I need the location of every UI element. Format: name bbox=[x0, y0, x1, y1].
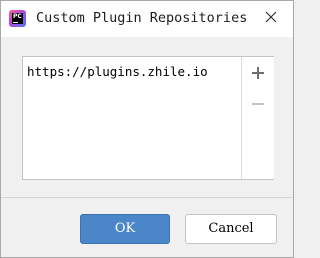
list-item[interactable]: https://plugins.zhile.io bbox=[27, 64, 208, 79]
title-bar[interactable]: PC Custom Plugin Repositories bbox=[1, 1, 293, 37]
repositories-panel: https://plugins.zhile.io bbox=[22, 56, 274, 180]
add-repository-button[interactable] bbox=[249, 64, 267, 82]
app-icon-text: PC bbox=[13, 13, 22, 20]
pycharm-icon: PC bbox=[9, 10, 26, 27]
custom-plugin-repositories-dialog: PC Custom Plugin Repositories https://pl… bbox=[0, 0, 294, 258]
close-icon bbox=[265, 11, 277, 23]
window-title: Custom Plugin Repositories bbox=[36, 10, 248, 26]
close-button[interactable] bbox=[257, 5, 285, 29]
repositories-list[interactable]: https://plugins.zhile.io bbox=[23, 57, 241, 179]
app-icon-badge: PC bbox=[12, 13, 23, 24]
list-toolbar bbox=[241, 57, 274, 179]
minus-icon bbox=[252, 103, 264, 105]
app-icon-bar bbox=[13, 22, 18, 23]
cancel-button[interactable]: Cancel bbox=[185, 214, 277, 244]
ok-button[interactable]: OK bbox=[80, 214, 170, 244]
remove-repository-button[interactable] bbox=[249, 95, 267, 113]
footer-divider bbox=[1, 197, 293, 198]
plus-icon bbox=[252, 67, 264, 79]
